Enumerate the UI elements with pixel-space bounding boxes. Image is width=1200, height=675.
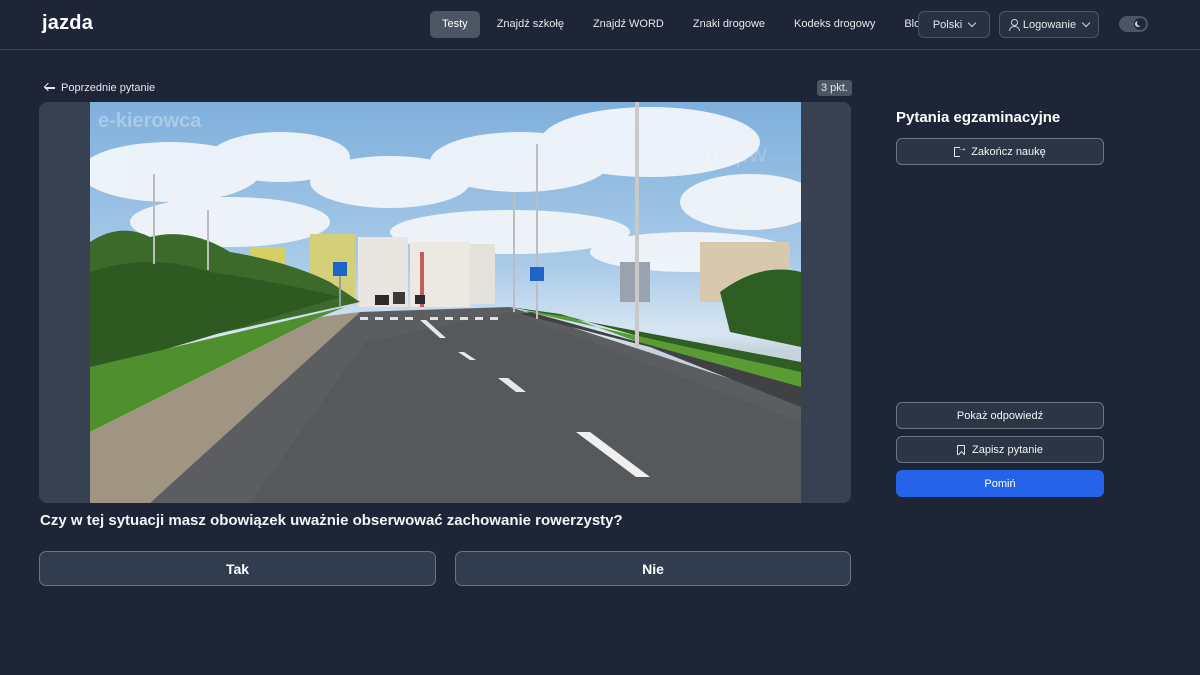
main-nav: Testy Znajdź szkołę Znajdź WORD Znaki dr… (430, 11, 943, 38)
question-media: e-kierowca pwpw (39, 102, 851, 503)
points-badge: 3 pkt. (817, 80, 852, 96)
skip-label: Pomiń (984, 477, 1016, 490)
chevron-down-icon (1081, 18, 1091, 28)
save-question-label: Zapisz pytanie (972, 443, 1043, 456)
sidebar-title: Pytania egzaminacyjne (896, 109, 1061, 126)
nav-item-znajdz-word[interactable]: Znajdź WORD (581, 11, 676, 38)
svg-text:e-kierowca: e-kierowca (98, 110, 202, 132)
end-learning-label: Zakończ naukę (971, 145, 1046, 158)
answer-yes-button[interactable]: Tak (39, 551, 436, 586)
moon-icon (1134, 18, 1146, 30)
user-icon (1008, 19, 1020, 31)
previous-question-label: Poprzednie pytanie (61, 82, 156, 94)
bookmark-icon (957, 444, 966, 455)
nav-item-testy[interactable]: Testy (430, 11, 480, 38)
exit-icon (954, 143, 967, 157)
nav-item-znaki-drogowe[interactable]: Znaki drogowe (681, 11, 777, 38)
language-label: Polski (932, 18, 963, 31)
road-scene-image: e-kierowca pwpw (90, 102, 801, 503)
chevron-down-icon (967, 18, 977, 28)
show-answer-button[interactable]: Pokaż odpowiedź (896, 402, 1104, 429)
logo[interactable]: jazda (42, 12, 93, 35)
answer-no-button[interactable]: Nie (455, 551, 851, 586)
nav-item-kodeks-drogowy[interactable]: Kodeks drogowy (782, 11, 887, 38)
question-text: Czy w tej sytuacji masz obowiązek uważni… (40, 512, 623, 529)
login-label: Logowanie (1022, 18, 1077, 31)
svg-text:pwpw: pwpw (705, 141, 767, 168)
login-button[interactable]: Logowanie (999, 11, 1099, 38)
skip-button[interactable]: Pomiń (896, 470, 1104, 497)
end-learning-button[interactable]: Zakończ naukę (896, 138, 1104, 165)
previous-question-link[interactable]: Poprzednie pytanie (44, 80, 155, 96)
theme-toggle[interactable] (1119, 16, 1148, 32)
top-header: jazda Testy Znajdź szkołę Znajdź WORD Zn… (0, 0, 1200, 50)
road-scene-drawing: e-kierowca pwpw (90, 102, 801, 503)
logo-text: jazda (42, 12, 94, 34)
arrow-left-icon (44, 83, 55, 93)
save-question-button[interactable]: Zapisz pytanie (896, 436, 1104, 463)
show-answer-label: Pokaż odpowiedź (956, 409, 1044, 422)
language-select[interactable]: Polski (918, 11, 990, 38)
nav-item-znajdz-szkole[interactable]: Znajdź szkołę (485, 11, 576, 38)
